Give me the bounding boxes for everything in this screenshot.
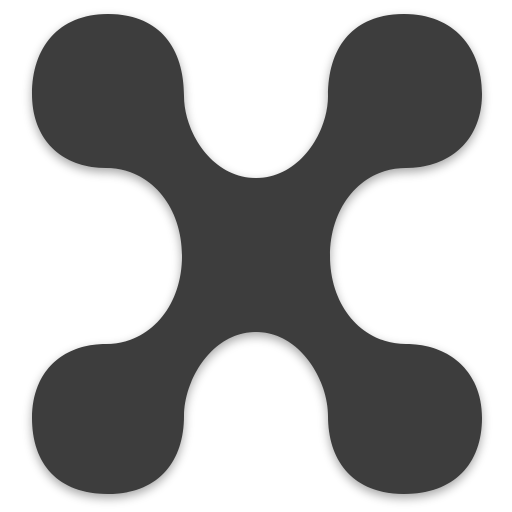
blob-x-icon [32, 14, 482, 494]
blob-x-shape [32, 14, 482, 494]
app-icon [0, 0, 512, 512]
